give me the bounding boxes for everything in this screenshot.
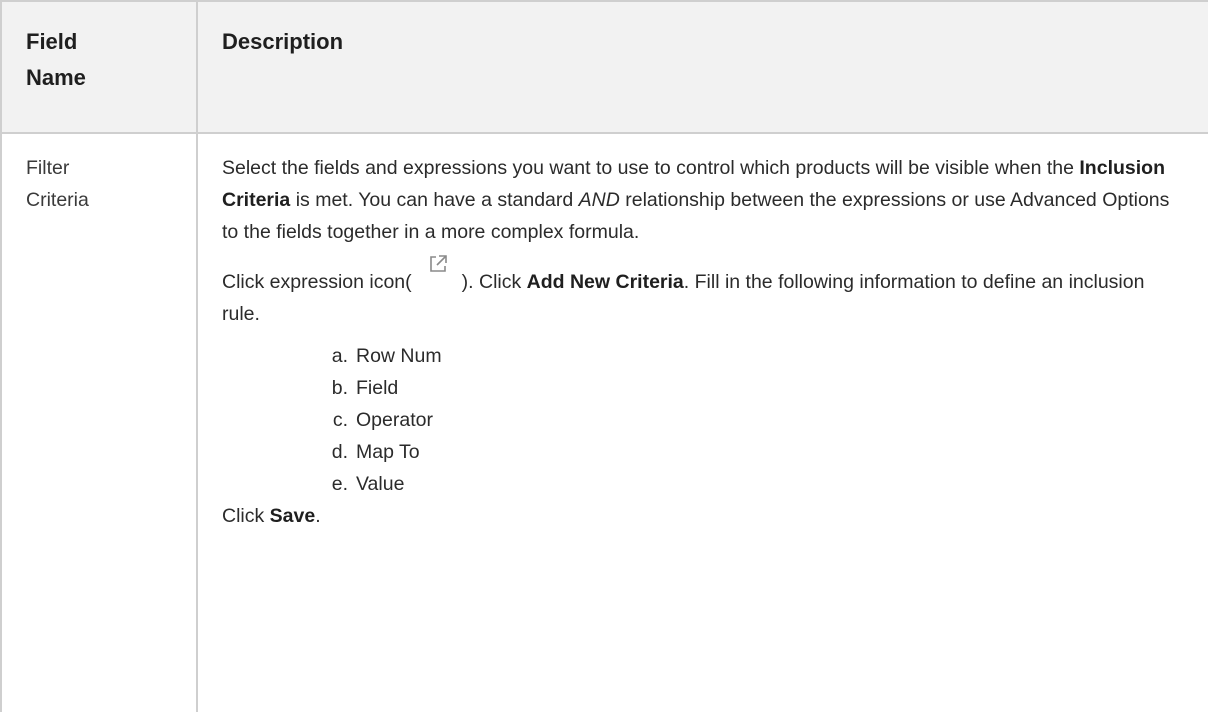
field-name-line2: Criteria xyxy=(26,189,89,211)
external-link-icon xyxy=(420,255,462,288)
header-field-name: Field Name xyxy=(0,0,198,134)
header-name-word: Name xyxy=(26,65,86,90)
list-item: c. Operator xyxy=(320,404,1181,436)
step-label: Operator xyxy=(356,409,433,431)
field-name-line1: Filter xyxy=(26,157,70,179)
step-letter: e. xyxy=(331,473,348,495)
list-item: d. Map To xyxy=(320,436,1181,468)
p3-text-1: Click xyxy=(222,505,270,527)
list-item: b. Field xyxy=(320,372,1181,404)
p3-text-2: . xyxy=(315,505,321,527)
list-item: e. Value xyxy=(320,468,1181,500)
description-paragraph-2: Click expression icon( ). Click Add New C… xyxy=(222,255,1181,330)
list-item: a. Row Num xyxy=(320,340,1181,372)
step-label: Row Num xyxy=(356,345,442,367)
step-letter: c. xyxy=(332,409,348,431)
criteria-steps-list: a. Row Num b. Field c. Operator d. Map To e.… xyxy=(222,340,1181,500)
step-letter: b. xyxy=(331,377,348,399)
table-row: Filter Criteria Select the fields and ex… xyxy=(0,133,1208,712)
p1-text-1: Select the fields and expressions you wa… xyxy=(222,157,1080,179)
table-header-row: Field Name Description xyxy=(0,0,1208,134)
step-letter: d. xyxy=(331,441,348,463)
p2-text-2: ). Click xyxy=(461,271,527,293)
save-term: Save xyxy=(269,505,316,527)
step-letter: a. xyxy=(331,345,348,367)
add-new-criteria-term: Add New Criteria xyxy=(526,271,684,293)
step-label: Value xyxy=(356,473,405,495)
field-description-table: Field Name Description Filter Criteria S… xyxy=(0,0,1208,712)
description-paragraph-1: Select the fields and expressions you wa… xyxy=(222,152,1181,248)
step-label: Map To xyxy=(356,441,420,463)
p1-text-2: is met. You can have a standard xyxy=(290,189,579,211)
step-label: Field xyxy=(356,377,399,399)
header-field-word: Field xyxy=(26,29,78,54)
p2-text-1: Click expression icon( xyxy=(222,271,412,293)
and-term: AND xyxy=(578,189,620,211)
description-paragraph-3: Click Save. xyxy=(222,500,1181,532)
header-description: Description xyxy=(197,0,1208,134)
field-name-cell: Filter Criteria xyxy=(0,133,198,712)
description-cell: Select the fields and expressions you wa… xyxy=(197,133,1208,712)
